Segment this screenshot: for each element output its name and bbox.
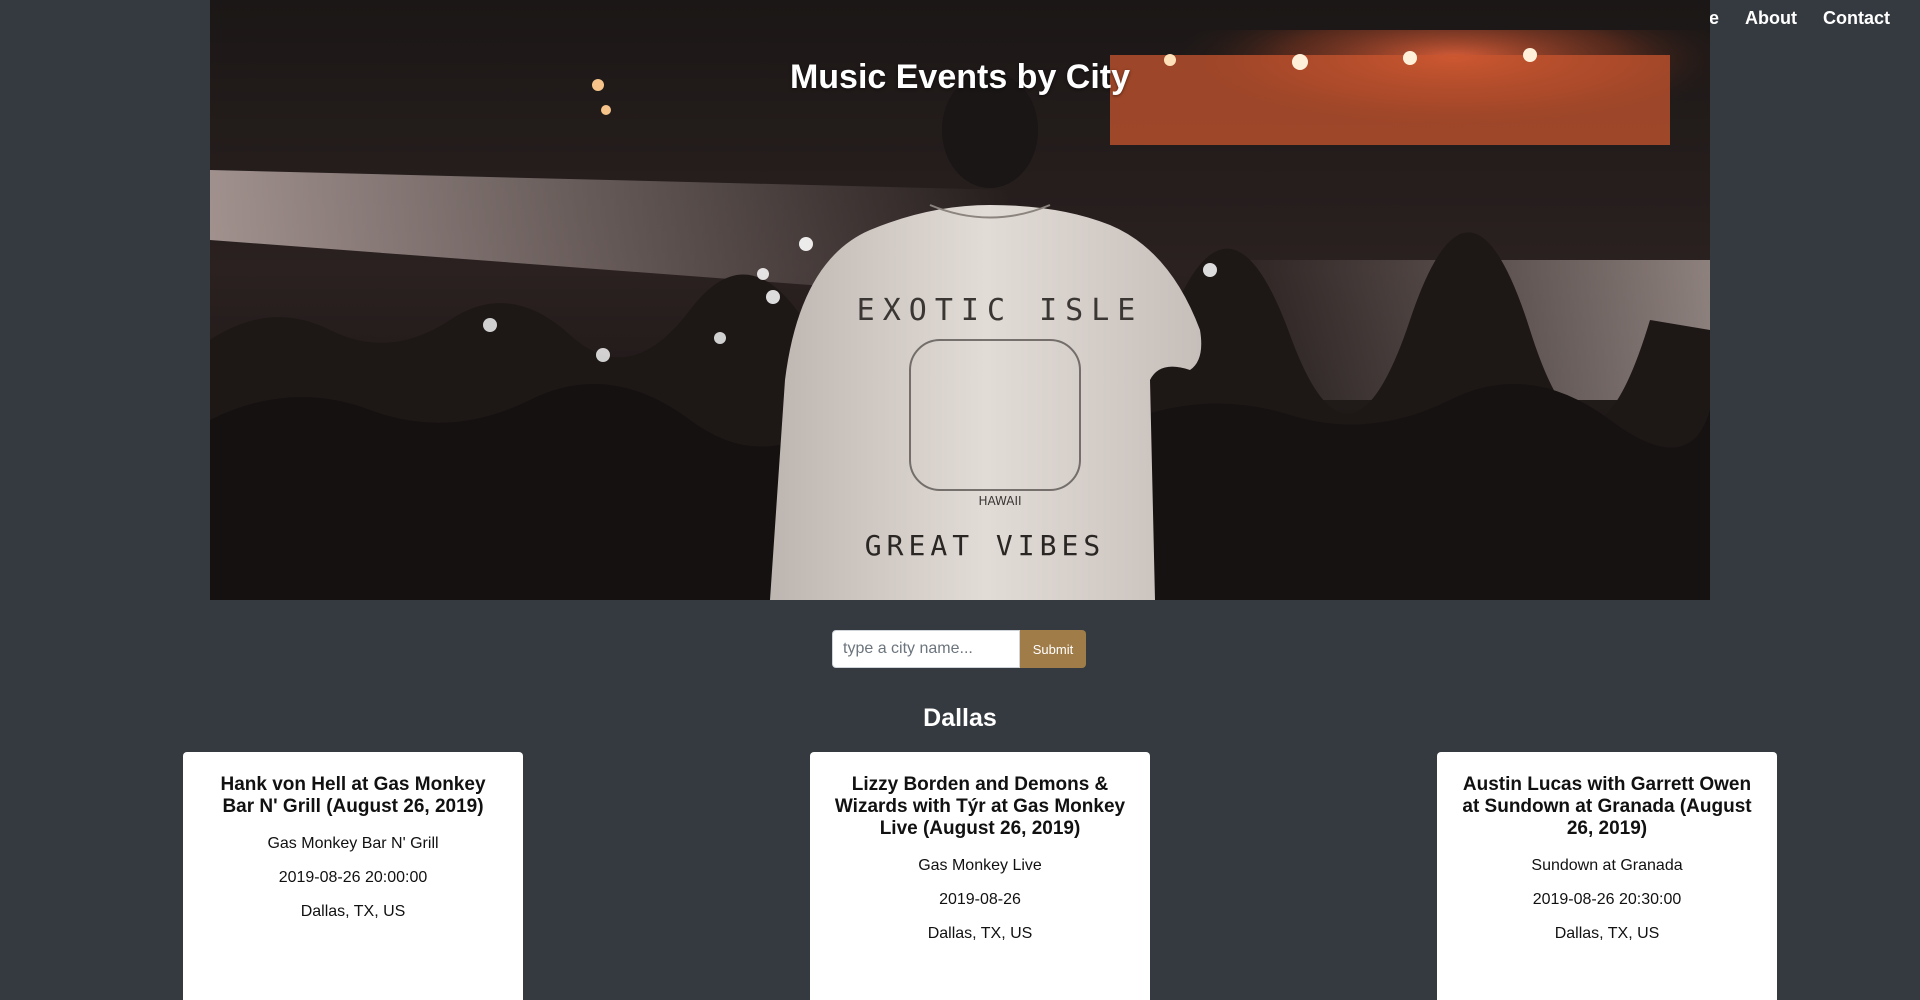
shirt-print-bottom: GREAT VIBES (865, 529, 1105, 562)
hero-banner: EXOTIC ISLE HAWAII GREAT VIBES Music Eve… (210, 0, 1710, 600)
event-card[interactable]: Austin Lucas with Garrett Owen at Sundow… (1437, 752, 1777, 1000)
event-venue: Sundown at Granada (1531, 857, 1683, 874)
event-datetime: 2019-08-26 (939, 891, 1021, 908)
nav-contact-link[interactable]: Contact (1823, 8, 1890, 29)
event-card[interactable]: Hank von Hell at Gas Monkey Bar N' Grill… (183, 752, 523, 1000)
event-card[interactable]: Lizzy Borden and Demons & Wizards with T… (810, 752, 1150, 1000)
event-title: Hank von Hell at Gas Monkey Bar N' Grill… (220, 774, 486, 817)
event-venue: Gas Monkey Live (918, 857, 1042, 874)
event-datetime: 2019-08-26 20:00:00 (278, 869, 428, 886)
event-title: Austin Lucas with Garrett Owen at Sundow… (1462, 774, 1752, 839)
shirt-print-badge: HAWAII (978, 494, 1021, 508)
page-title: Music Events by City (789, 58, 1131, 96)
event-title: Lizzy Borden and Demons & Wizards with T… (834, 774, 1126, 839)
nav-about-link[interactable]: About (1745, 8, 1797, 29)
event-venue: Gas Monkey Bar N' Grill (267, 835, 439, 852)
submit-button[interactable]: Submit (1020, 630, 1086, 668)
city-search-form: Submit (832, 630, 1086, 668)
page: Home About Contact (0, 0, 1920, 1000)
city-heading: Dallas (923, 704, 997, 732)
shirt-print-top: EXOTIC ISLE (857, 293, 1144, 328)
city-search-input[interactable] (832, 630, 1020, 668)
event-location: Dallas, TX, US (927, 925, 1033, 942)
event-location: Dallas, TX, US (300, 903, 406, 920)
event-location: Dallas, TX, US (1554, 925, 1660, 942)
event-card-list: Hank von Hell at Gas Monkey Bar N' Grill… (183, 752, 1777, 1000)
event-datetime: 2019-08-26 20:30:00 (1532, 891, 1682, 908)
